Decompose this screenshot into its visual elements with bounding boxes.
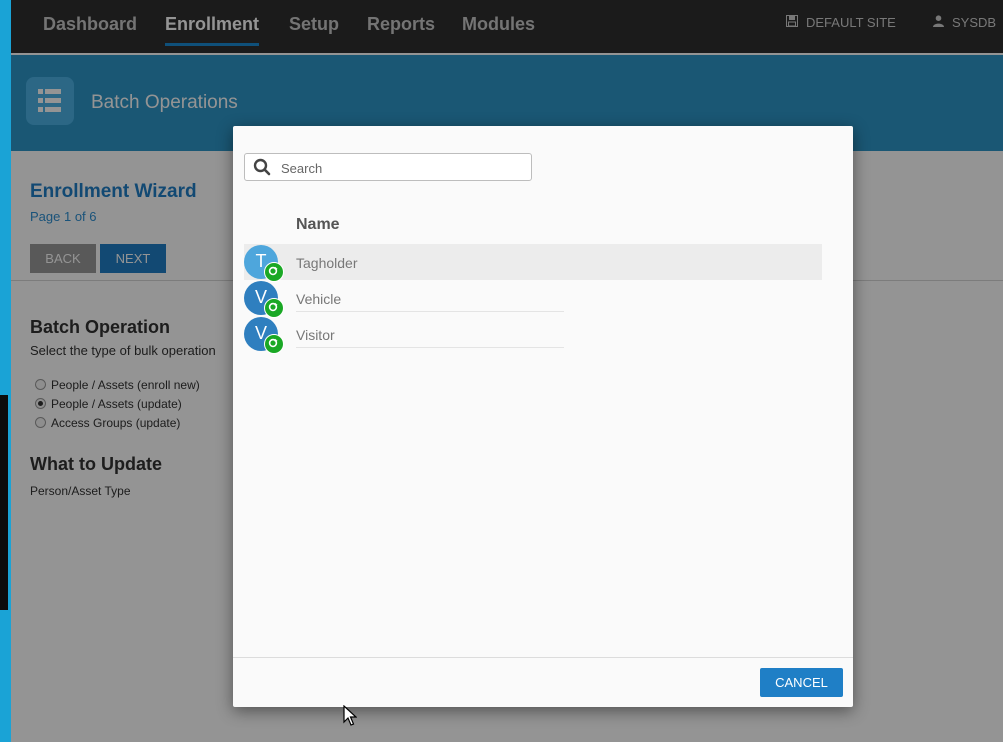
sync-icon bbox=[264, 262, 284, 282]
dialog-footer-divider bbox=[233, 657, 853, 658]
list-item-vehicle[interactable]: V Vehicle bbox=[244, 280, 822, 318]
left-window-edge bbox=[0, 0, 11, 742]
list-item-visitor[interactable]: V Visitor bbox=[244, 316, 822, 354]
search-icon bbox=[253, 158, 271, 176]
column-header-name[interactable]: Name bbox=[296, 216, 340, 234]
left-window-edge-dark bbox=[0, 395, 8, 610]
search-input[interactable] bbox=[279, 157, 523, 179]
list-item-label: Tagholder bbox=[296, 255, 358, 271]
sync-icon bbox=[264, 334, 284, 354]
type-picker-dialog: Name T Tagholder V Vehicle V Visitor CAN… bbox=[233, 126, 853, 707]
sync-icon bbox=[264, 298, 284, 318]
search-box[interactable] bbox=[244, 153, 532, 181]
list-item-tagholder[interactable]: T Tagholder bbox=[244, 244, 822, 282]
cancel-button[interactable]: CANCEL bbox=[760, 668, 843, 697]
mouse-cursor-icon bbox=[343, 705, 357, 726]
list-item-label: Visitor bbox=[296, 327, 564, 348]
list-item-label: Vehicle bbox=[296, 291, 564, 312]
